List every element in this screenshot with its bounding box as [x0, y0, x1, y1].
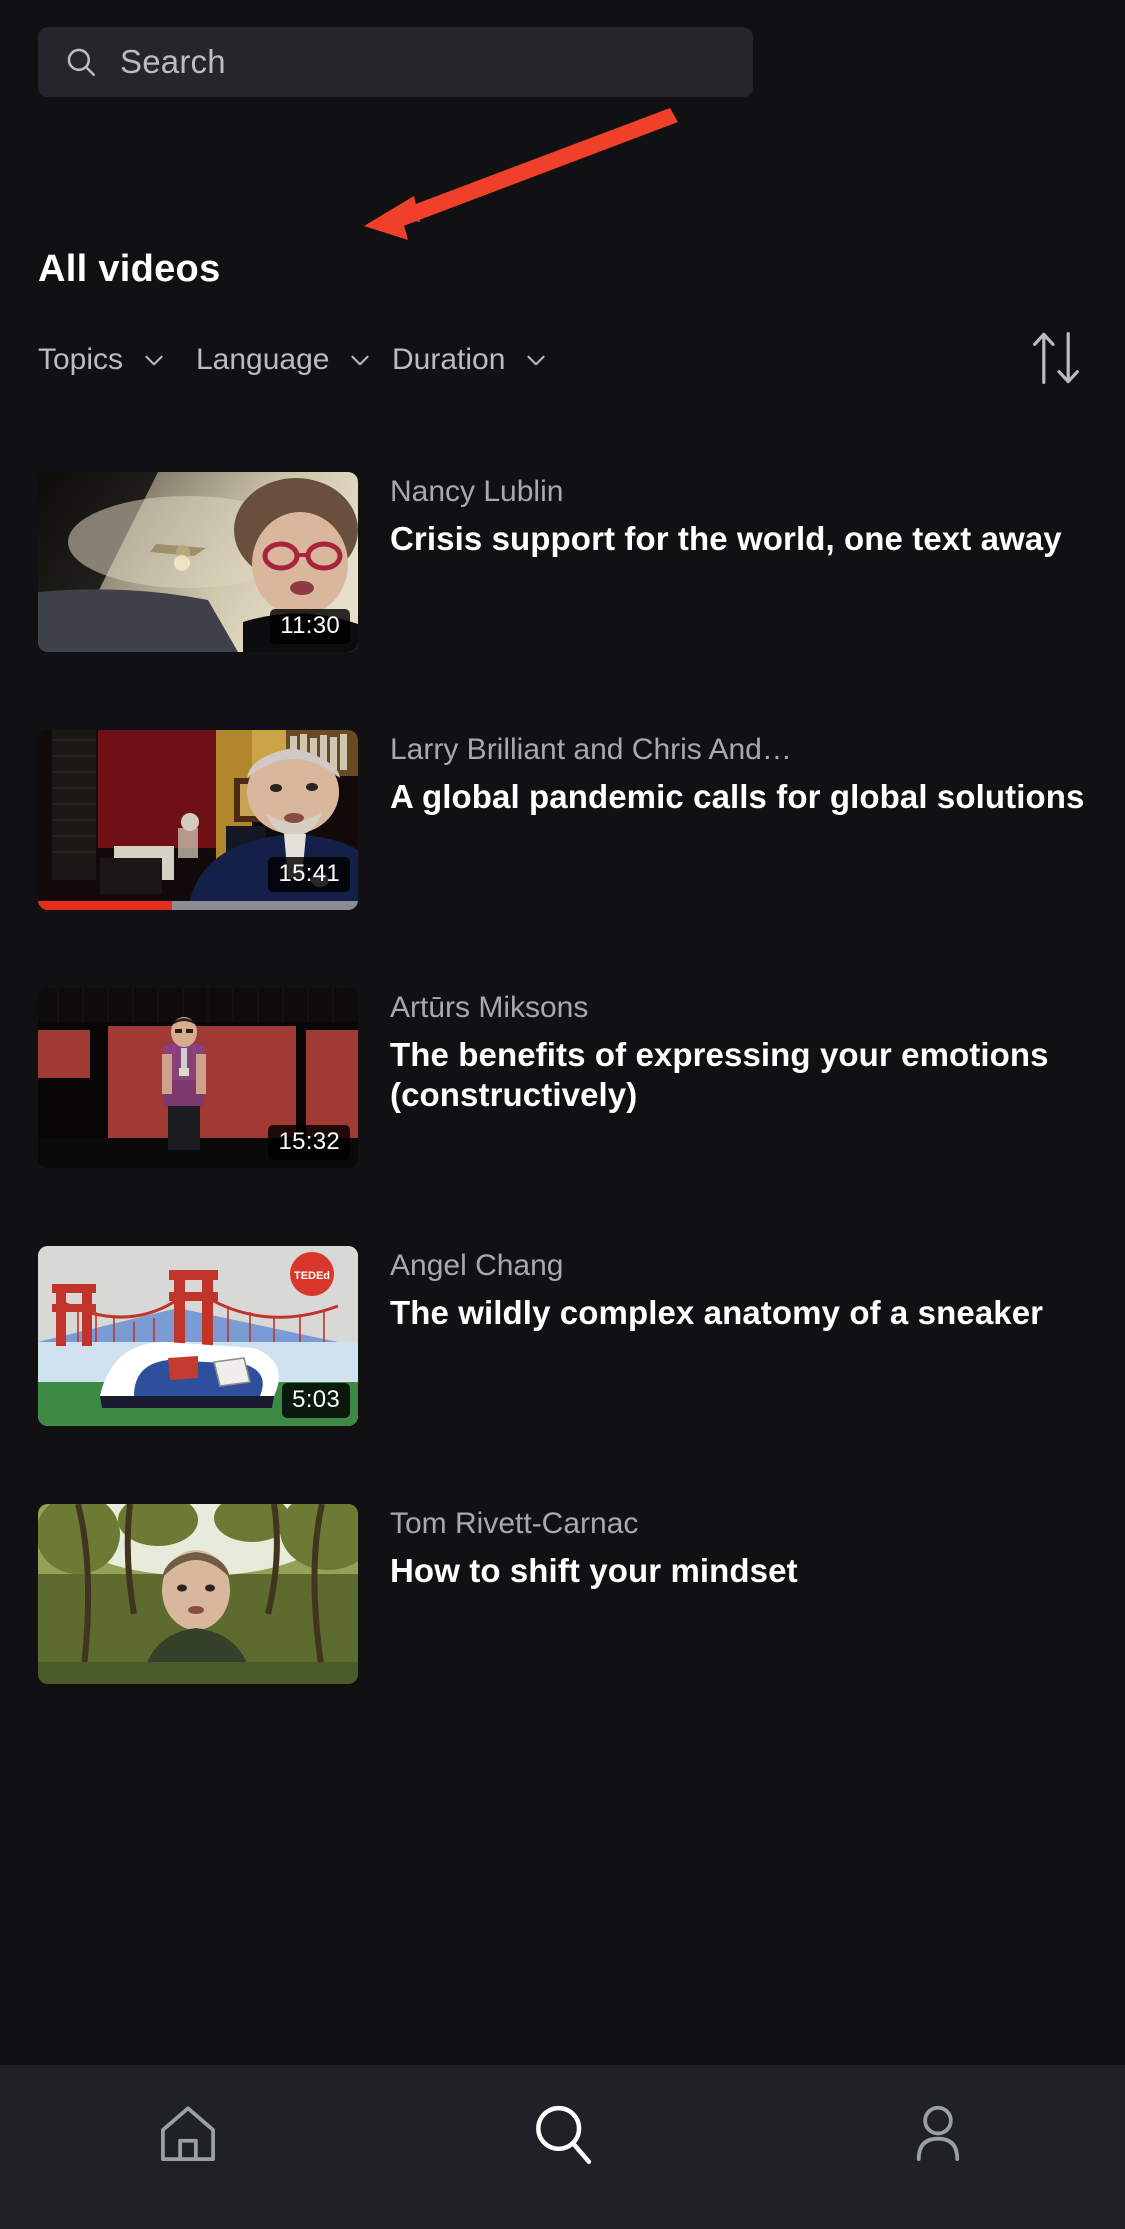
duration-badge: 5:03 — [282, 1383, 350, 1418]
nav-item-search[interactable] — [375, 2065, 750, 2229]
video-speaker: Nancy Lublin — [390, 475, 564, 508]
video-title[interactable]: A global pandemic calls for global solut… — [390, 777, 1087, 817]
search-input[interactable]: Search — [120, 43, 226, 81]
search-bar[interactable]: Search — [38, 27, 753, 97]
duration-badge: 15:32 — [268, 1125, 350, 1160]
list-item[interactable]: 11:30 Nancy Lublin Crisis support for th… — [0, 472, 1125, 652]
duration-badge: 11:30 — [270, 609, 350, 644]
filter-row: Topics Language Duration — [0, 330, 1125, 400]
nav-item-home[interactable] — [0, 2065, 375, 2229]
video-meta: Nancy Lublin Crisis support for the worl… — [358, 472, 1087, 652]
video-title[interactable]: How to shift your mindset — [390, 1551, 1087, 1591]
video-meta: Larry Brilliant and Chris And… A global … — [358, 730, 1087, 910]
page-title: All videos — [38, 248, 221, 290]
filter-language-label: Language — [196, 343, 330, 376]
video-meta: Artūrs Miksons The benefits of expressin… — [358, 988, 1087, 1168]
chevron-down-icon — [527, 355, 546, 366]
home-icon — [160, 2106, 215, 2161]
chevron-down-icon — [351, 355, 370, 366]
app-screen: Search All videos Topics Language Durati… — [0, 0, 1125, 2229]
filter-duration[interactable]: Duration — [392, 330, 549, 390]
video-speaker: Tom Rivett-Carnac — [390, 1507, 639, 1540]
filter-language[interactable]: Language — [196, 330, 373, 390]
filter-topics-label: Topics — [38, 343, 124, 376]
person-icon — [916, 2105, 959, 2161]
list-item[interactable]: 15:32 Artūrs Miksons The benefits of exp… — [0, 988, 1125, 1168]
video-meta: Angel Chang The wildly complex anatomy o… — [358, 1246, 1087, 1426]
sort-button[interactable] — [1025, 326, 1087, 390]
video-thumbnail[interactable]: 11:30 — [38, 472, 358, 652]
video-title[interactable]: Crisis support for the world, one text a… — [390, 519, 1087, 559]
list-item[interactable]: 15:41 Larry Brilliant and Chris And… A g… — [0, 730, 1125, 910]
video-speaker: Artūrs Miksons — [390, 991, 589, 1024]
video-list: 11:30 Nancy Lublin Crisis support for th… — [0, 472, 1125, 1762]
search-icon — [535, 2105, 591, 2164]
progress-fill — [38, 901, 173, 910]
video-thumbnail[interactable]: TEDEd 5:03 — [38, 1246, 358, 1426]
duration-badge: 15:41 — [268, 857, 350, 892]
video-thumbnail[interactable] — [38, 1504, 358, 1684]
search-icon — [67, 48, 96, 77]
video-speaker: Larry Brilliant and Chris And… — [390, 733, 792, 766]
sort-ascending-descending-icon — [1033, 332, 1079, 384]
filter-topics[interactable]: Topics — [38, 330, 167, 390]
video-thumbnail[interactable]: 15:32 — [38, 988, 358, 1168]
video-title[interactable]: The wildly complex anatomy of a sneaker — [390, 1293, 1087, 1333]
progress-track — [38, 901, 358, 910]
video-speaker: Angel Chang — [390, 1249, 564, 1282]
list-item[interactable]: Tom Rivett-Carnac How to shift your mind… — [0, 1504, 1125, 1684]
svg-text:TEDEd: TEDEd — [294, 1270, 330, 1282]
thumbnail-image — [38, 1504, 358, 1684]
list-item[interactable]: TEDEd 5:03 Angel Chang The wildly comple… — [0, 1246, 1125, 1426]
chevron-down-icon — [145, 355, 163, 366]
video-title[interactable]: The benefits of expressing your emotions… — [390, 1035, 1087, 1116]
bottom-navigation-bar — [0, 2065, 1125, 2229]
annotation-arrow — [364, 108, 678, 240]
filter-duration-label: Duration — [392, 343, 506, 376]
video-meta: Tom Rivett-Carnac How to shift your mind… — [358, 1504, 1087, 1684]
video-thumbnail[interactable]: 15:41 — [38, 730, 358, 910]
nav-item-profile[interactable] — [750, 2065, 1125, 2229]
